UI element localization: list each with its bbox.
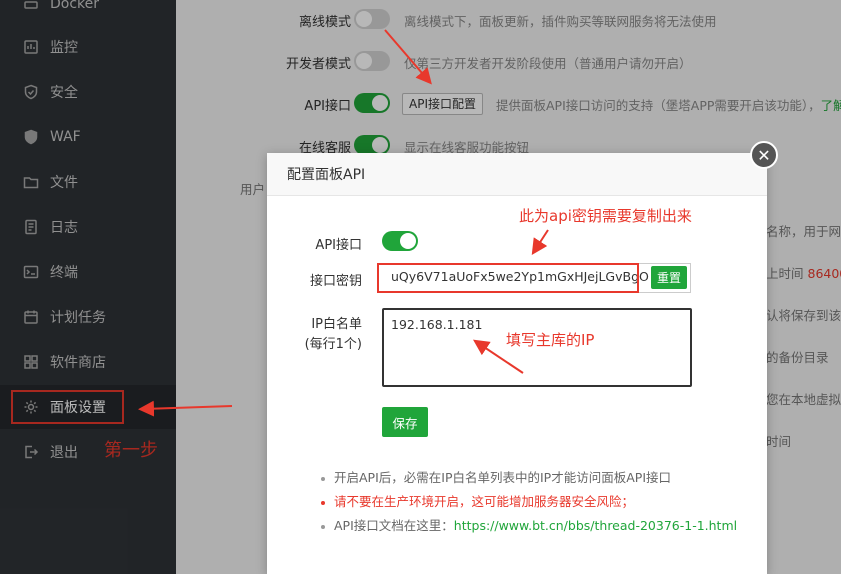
note-item-docs: API接口文档在这里：https://www.bt.cn/bbs/thread-… bbox=[321, 515, 737, 534]
close-icon[interactable]: ✕ bbox=[750, 141, 778, 169]
api-doc-link[interactable]: https://www.bt.cn/bbs/thread-20376-1-1.h… bbox=[454, 518, 737, 533]
reset-key-button[interactable]: 重置 bbox=[651, 266, 687, 289]
ip-annotation: 填写主库的IP bbox=[506, 331, 595, 349]
api-key-label: 接口密钥 bbox=[309, 274, 362, 289]
note-item-warning: 请不要在生产环境开启，这可能增加服务器安全风险； bbox=[321, 491, 634, 510]
key-annotation: 此为api密钥需要复制出来 bbox=[519, 207, 692, 225]
ip-whitelist-label: IP白名单 bbox=[311, 317, 362, 332]
ip-whitelist-hint: (每行1个) bbox=[304, 337, 362, 352]
api-switch-toggle[interactable] bbox=[382, 231, 418, 251]
note-item: 开启API后，必需在IP白名单列表中的IP才能访问面板API接口 bbox=[321, 467, 671, 486]
save-button[interactable]: 保存 bbox=[382, 407, 428, 437]
dialog-header: 配置面板API bbox=[267, 153, 767, 196]
dialog-title: 配置面板API bbox=[287, 167, 366, 183]
ip-whitelist-value: 192.168.1.181 bbox=[391, 317, 483, 332]
api-key-highlight bbox=[377, 263, 639, 293]
api-switch-label: API接口 bbox=[315, 238, 362, 253]
api-config-dialog: 配置面板API API接口 接口密钥 uQy6V71aUoFx5we2Yp1mG… bbox=[267, 153, 767, 574]
